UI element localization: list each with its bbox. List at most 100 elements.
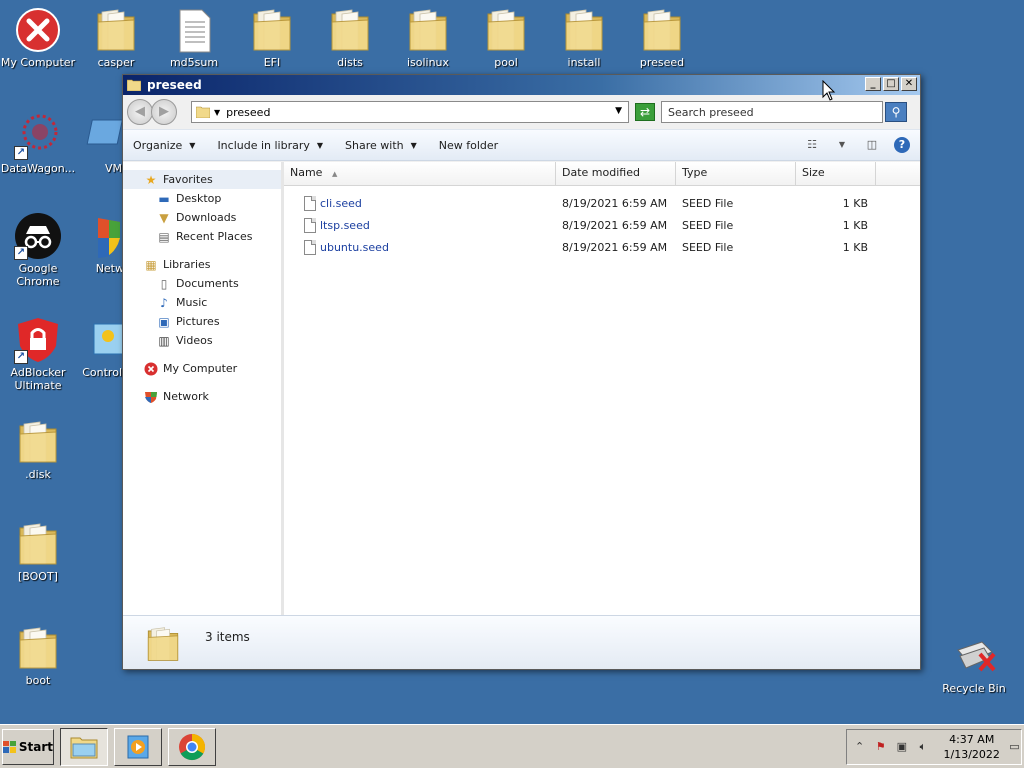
table-row[interactable]: cli.seed 8/19/2021 6:59 AM SEED File 1 K…	[284, 192, 920, 214]
desktop-icon-boot-bracket[interactable]: [BOOT]	[0, 520, 76, 583]
help-icon[interactable]: ?	[894, 137, 910, 153]
nav-item-videos[interactable]: ▥ Videos	[123, 331, 281, 350]
nav-label: Documents	[176, 277, 239, 290]
address-field[interactable]: ▼ preseed ▼	[191, 101, 629, 123]
view-options-icon[interactable]: ☷	[804, 138, 820, 152]
nav-item-libraries[interactable]: ▦ Libraries	[123, 255, 281, 274]
breadcrumb-arrow-icon[interactable]: ▼	[214, 108, 220, 117]
nav-item-network[interactable]: Network	[123, 387, 281, 406]
breadcrumb-preseed[interactable]: preseed	[226, 106, 270, 119]
table-row[interactable]: ltsp.seed 8/19/2021 6:59 AM SEED File 1 …	[284, 214, 920, 236]
file-name: ubuntu.seed	[320, 240, 389, 254]
nav-label: Network	[163, 390, 209, 403]
window-title: preseed	[147, 78, 202, 92]
nav-item-documents[interactable]: ▯ Documents	[123, 274, 281, 293]
network-status-icon[interactable]: ▣	[895, 739, 908, 755]
desktop-icon-efi[interactable]: EFI	[234, 6, 310, 69]
search-input[interactable]: Search preseed	[661, 101, 883, 123]
desktop-icon-disk[interactable]: .disk	[0, 418, 76, 481]
show-hidden-icons-icon[interactable]: ⌃	[853, 739, 866, 755]
desktop-icon-my-computer[interactable]: My Computer	[0, 6, 76, 69]
action-center-flag-icon[interactable]: ⚑	[874, 739, 887, 755]
nav-item-recent-places[interactable]: ▤ Recent Places	[123, 227, 281, 246]
desktop-icon-dists[interactable]: dists	[312, 6, 388, 69]
column-header-type[interactable]: Type	[676, 162, 796, 186]
explorer-window: preseed _ □ ✕ ◀ ▶ ▼ preseed ▼ ⇄ Search p…	[122, 74, 921, 670]
window-titlebar[interactable]: preseed _ □ ✕	[123, 75, 920, 95]
preview-pane-icon[interactable]: ◫	[864, 138, 880, 152]
file-name: cli.seed	[320, 196, 362, 210]
file-date: 8/19/2021 6:59 AM	[562, 218, 668, 232]
desktop-icon-label: EFI	[263, 56, 281, 69]
desktop-icon-adblocker[interactable]: ↗ AdBlocker Ultimate	[0, 316, 76, 392]
desktop-icon-label: AdBlocker Ultimate	[10, 366, 66, 392]
libraries-icon: ▦	[145, 257, 157, 272]
explorer-icon	[70, 737, 98, 758]
address-dropdown-icon[interactable]: ▼	[615, 106, 622, 116]
taskbar-explorer-button[interactable]	[60, 727, 108, 766]
new-folder-button[interactable]: New folder	[439, 139, 498, 152]
error-x-icon	[14, 6, 62, 54]
taskbar-chrome-button[interactable]	[168, 727, 216, 766]
show-desktop-icon[interactable]: ▭	[1008, 739, 1021, 755]
nav-item-desktop[interactable]: ▬ Desktop	[123, 189, 281, 208]
folder-icon	[404, 6, 452, 54]
desktop-icon-google-chrome[interactable]: ↗ Google Chrome	[0, 212, 76, 288]
desktop-icon-network[interactable]: Netw	[76, 212, 124, 275]
videos-icon: ▥	[158, 333, 170, 348]
nav-item-favorites[interactable]: ★ Favorites	[123, 170, 281, 189]
explorer-content: ★ Favorites ▬ Desktop ▼ Downloads ▤ Rece…	[123, 162, 920, 615]
folder-icon	[14, 624, 62, 672]
desktop-icon-boot[interactable]: boot	[0, 624, 76, 687]
desktop-icon-datawagon[interactable]: ↗ DataWagon...	[0, 112, 76, 175]
refresh-button[interactable]: ⇄	[635, 103, 655, 121]
desktop-icon-control[interactable]: Control	[76, 316, 124, 379]
volume-icon[interactable]: 🔈︎	[916, 739, 929, 755]
desktop-icon-isolinux[interactable]: isolinux	[390, 6, 466, 69]
column-header-date-modified[interactable]: Date modified	[556, 162, 676, 186]
search-icon[interactable]: ⚲	[885, 102, 907, 122]
include-in-library-button[interactable]: Include in library ▼	[217, 139, 323, 152]
close-button[interactable]: ✕	[901, 77, 917, 91]
taskbar-media-player-button[interactable]	[114, 727, 162, 766]
back-button[interactable]: ◀	[127, 99, 153, 125]
file-list-pane: Name ▲ Date modified Type Size cli.seed …	[284, 162, 920, 615]
table-row[interactable]: ubuntu.seed 8/19/2021 6:59 AM SEED File …	[284, 236, 920, 258]
folder-icon	[638, 6, 686, 54]
nav-item-pictures[interactable]: ▣ Pictures	[123, 312, 281, 331]
chevron-down-icon[interactable]: ▼	[834, 138, 850, 152]
shortcut-arrow-icon: ↗	[14, 350, 28, 364]
chrome-icon	[179, 733, 206, 760]
nav-label: Favorites	[163, 173, 213, 186]
desktop-icon-preseed[interactable]: preseed	[624, 6, 700, 69]
desktop-icon-casper[interactable]: casper	[78, 6, 154, 69]
file-size: 1 KB	[842, 240, 868, 254]
desktop-icon-install[interactable]: install	[546, 6, 622, 69]
desktop-icon-vm[interactable]: VM	[76, 112, 124, 175]
column-header-size[interactable]: Size	[796, 162, 876, 186]
column-label: Type	[682, 166, 708, 179]
desktop-icon-recycle-bin[interactable]: Recycle Bin	[936, 632, 1012, 695]
share-with-button[interactable]: Share with ▼	[345, 139, 417, 152]
desktop-icon-label: Control	[82, 366, 122, 379]
file-type: SEED File	[682, 240, 734, 254]
desktop-icon-label: My Computer	[0, 56, 76, 69]
desktop-icon-label: install	[567, 56, 601, 69]
nav-item-music[interactable]: ♪ Music	[123, 293, 281, 312]
desktop-icon-md5sum[interactable]: md5sum	[156, 6, 232, 69]
recycle-bin-icon	[950, 632, 998, 680]
desktop-icon-pool[interactable]: pool	[468, 6, 544, 69]
start-button[interactable]: Start	[2, 728, 54, 765]
forward-button[interactable]: ▶	[151, 99, 177, 125]
vm-icon	[76, 112, 124, 160]
maximize-button[interactable]: □	[883, 77, 899, 91]
nav-item-my-computer[interactable]: My Computer	[123, 359, 281, 378]
organize-button[interactable]: Organize ▼	[133, 139, 195, 152]
nav-item-downloads[interactable]: ▼ Downloads	[123, 208, 281, 227]
minimize-button[interactable]: _	[865, 77, 881, 91]
column-header-name[interactable]: Name ▲	[284, 162, 556, 186]
clock[interactable]: 4:37 AM 1/13/2022	[944, 732, 1000, 762]
nav-label: Downloads	[176, 211, 237, 224]
desktop-icon-label: pool	[494, 56, 518, 69]
file-type: SEED File	[682, 218, 734, 232]
